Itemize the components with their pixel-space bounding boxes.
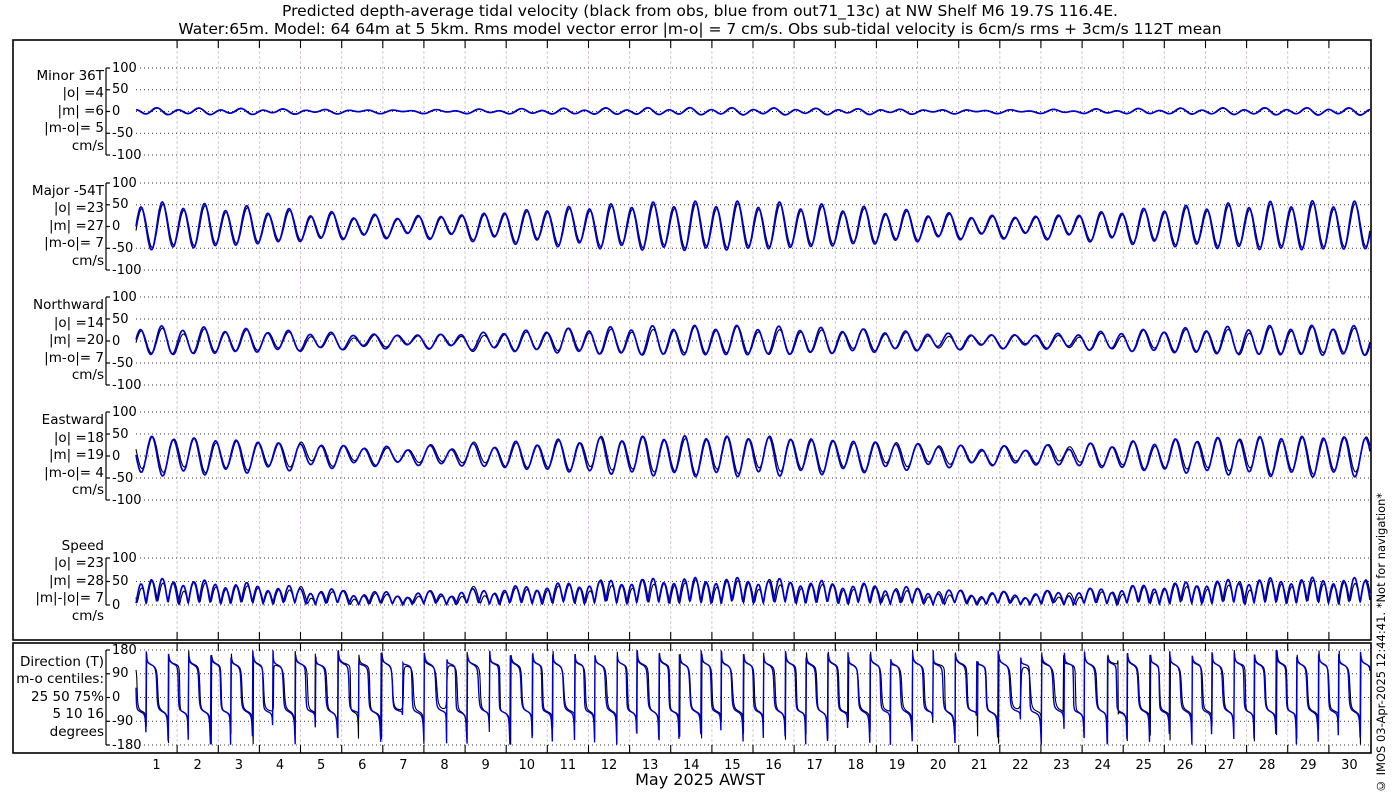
y-tick-label: 100 xyxy=(111,550,138,566)
panel-label-line: Minor 36T xyxy=(36,67,104,84)
y-tick-label: 0 xyxy=(111,333,122,349)
y-tick-label: -50 xyxy=(111,470,135,486)
panel-label-line: |m| =19 xyxy=(48,447,104,464)
panel-label-line: cm/s xyxy=(71,252,104,269)
y-tick-label: 50 xyxy=(111,82,130,98)
panel-label-line: |m| =27 xyxy=(48,217,104,234)
panel-label-line: |m|-|o|= 7 xyxy=(35,590,104,607)
y-tick-label: -180 xyxy=(111,737,143,753)
panel-label-line: |m-o|= 4 xyxy=(44,464,104,481)
y-tick-label: 50 xyxy=(111,197,130,213)
panel-label-line: |m| =20 xyxy=(48,332,104,349)
y-tick-label: -100 xyxy=(111,262,143,278)
y-tick-label: 50 xyxy=(111,426,130,442)
y-tick-label: -100 xyxy=(111,492,143,508)
panel-label-line: |m-o|= 7 xyxy=(44,349,104,366)
y-tick-label: -100 xyxy=(111,377,143,393)
y-tick-label: 100 xyxy=(111,60,138,76)
y-tick-label: 50 xyxy=(111,574,130,589)
panel-label-line: Direction (T) xyxy=(19,653,104,670)
y-tick-label: 50 xyxy=(111,311,130,327)
y-tick-label: 0 xyxy=(111,448,122,464)
panel-label-block-dir: Direction (T) m-o centiles: 25 50 75% 5 10 … xyxy=(0,654,104,742)
panel-label-block-east: Eastward |o| =18 |m| =19 |m-o|= 4 cm/s xyxy=(0,412,104,500)
y-tick-label: -50 xyxy=(111,240,135,256)
panel-label-block-north: Northward |o| =14 |m| =20 |m-o|= 7 cm/s xyxy=(0,297,104,385)
panel-label-line: |m-o|= 7 xyxy=(44,235,104,252)
y-tick-label: -100 xyxy=(111,147,143,163)
panel-label-line: cm/s xyxy=(71,367,104,384)
y-tick-label: -90 xyxy=(111,713,135,729)
y-tick-label: 0 xyxy=(111,597,122,613)
panel-label-line: |o| =14 xyxy=(53,314,104,331)
panel-label-line: 25 50 75% xyxy=(31,688,104,705)
panel-label-line: cm/s xyxy=(71,482,104,499)
figure-root: Predicted depth-average tidal velocity (… xyxy=(0,0,1400,800)
y-tick-label: 180 xyxy=(111,642,138,658)
x-axis-label: May 2025 AWST xyxy=(635,770,765,789)
panel-label-line: m-o centiles: xyxy=(16,671,104,688)
panel-label-line: |o| =4 xyxy=(62,85,104,102)
panel-label-line: |m-o|= 5 xyxy=(44,120,104,137)
y-tick-label: 0 xyxy=(111,690,122,705)
panel-label-line: cm/s xyxy=(71,607,104,624)
panel-label-line: |o| =23 xyxy=(53,555,104,572)
y-tick-label: -50 xyxy=(111,125,135,141)
y-tick-label: 0 xyxy=(111,219,122,234)
panel-label-line: |o| =23 xyxy=(53,200,104,217)
panel-label-block-minor: Minor 36T |o| =4 |m| =6 |m-o|= 5 cm/s xyxy=(0,68,104,156)
y-tick-label: 90 xyxy=(111,666,130,682)
panel-label-line: cm/s xyxy=(71,137,104,154)
panel-label-line: Major -54T xyxy=(31,182,104,199)
panel-label-line: |o| =18 xyxy=(53,429,104,446)
panel-label-block-major: Major -54T |o| =23 |m| =27 |m-o|= 7 cm/s xyxy=(0,183,104,271)
y-tick-label: 100 xyxy=(111,289,138,305)
y-tick-label: 0 xyxy=(111,104,122,119)
panel-label-line: |m| =28 xyxy=(48,572,104,589)
panel-label-line: Northward xyxy=(33,297,104,314)
panel-label-line: degrees xyxy=(49,723,104,740)
y-tick-label: -50 xyxy=(111,355,135,371)
copyright-vertical-text: © IMOS 03-Apr-2025 12:44:41. *Not for na… xyxy=(1374,492,1388,793)
panel-label-line: Speed xyxy=(61,537,104,554)
panel-label-block-speed: Speed |o| =23 |m| =28 |m|-|o|= 7 cm/s xyxy=(0,538,104,626)
tidal-plot-canvas xyxy=(12,39,1372,754)
panel-label-line: |m| =6 xyxy=(57,102,104,119)
y-tick-label: 100 xyxy=(111,175,138,191)
panel-label-line: 5 10 16 xyxy=(52,706,104,723)
y-tick-label: 100 xyxy=(111,404,138,420)
panel-label-line: Eastward xyxy=(41,412,104,429)
